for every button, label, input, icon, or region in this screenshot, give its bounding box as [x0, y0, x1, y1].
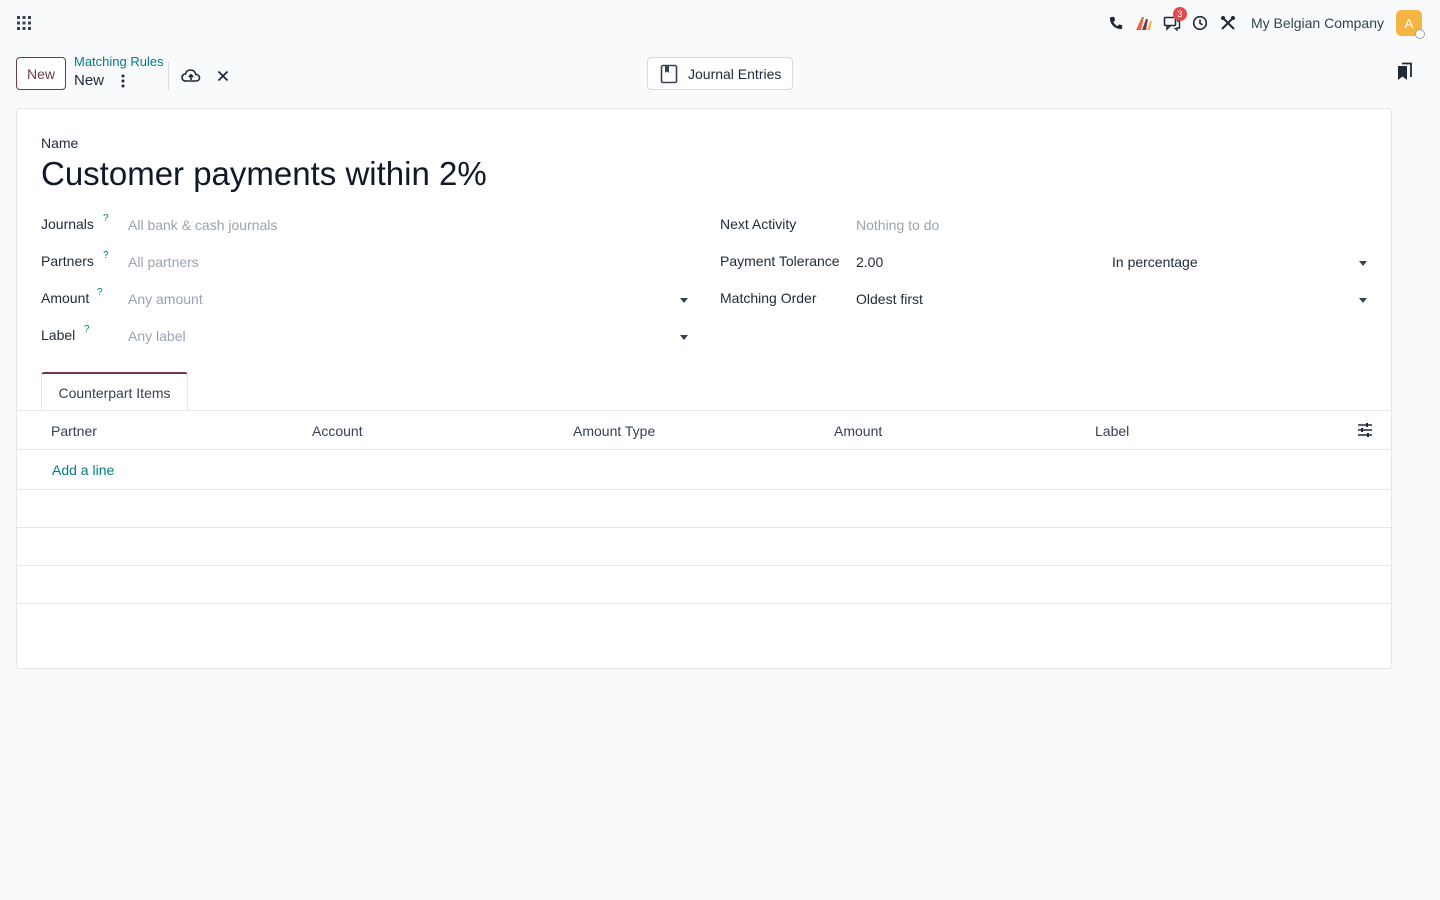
ai-icon[interactable] [1130, 9, 1158, 37]
book-icon [660, 64, 678, 83]
amount-help-icon[interactable]: ? [97, 287, 103, 298]
column-header-account[interactable]: Account [312, 423, 363, 439]
journal-entries-smart-button[interactable]: Journal Entries [647, 57, 793, 90]
column-header-amount[interactable]: Amount [834, 423, 882, 439]
optional-columns-icon[interactable] [1357, 422, 1373, 438]
table-header-divider [17, 449, 1391, 450]
label-dropdown-icon[interactable] [680, 335, 688, 340]
user-avatar[interactable]: A [1396, 10, 1425, 39]
bookmarks-icon[interactable] [1396, 62, 1414, 82]
partners-label: Partners [41, 253, 94, 269]
name-input[interactable]: Customer payments within 2% [41, 155, 487, 193]
label-select[interactable]: Any label [128, 328, 186, 344]
next-activity-label: Next Activity [720, 216, 797, 232]
payment-tolerance-input[interactable]: 2.00 [856, 254, 883, 270]
avatar-initial: A [1404, 15, 1414, 31]
messages-badge: 3 [1172, 7, 1187, 21]
label-field-label: Label [41, 327, 76, 343]
control-panel-divider [168, 62, 169, 90]
column-header-label[interactable]: Label [1095, 423, 1129, 439]
next-activity-input[interactable]: Nothing to do [856, 217, 939, 233]
amount-select[interactable]: Any amount [128, 291, 203, 307]
company-switcher[interactable]: My Belgian Company [1251, 15, 1384, 31]
journals-help-icon[interactable]: ? [103, 213, 109, 224]
table-row-divider [17, 603, 1391, 604]
label-help-icon[interactable]: ? [84, 324, 90, 335]
tools-icon[interactable] [1214, 9, 1242, 37]
journal-entries-label: Journal Entries [688, 65, 782, 82]
clock-icon[interactable] [1186, 9, 1214, 37]
top-navbar: 3 My Belgian Company A [0, 0, 1440, 46]
journals-label: Journals [41, 216, 94, 232]
partners-help-icon[interactable]: ? [103, 250, 109, 261]
form-sheet: Name Customer payments within 2% Journal… [16, 108, 1392, 669]
table-row-divider [17, 489, 1391, 490]
actions-kebab-icon[interactable] [116, 73, 130, 89]
apps-grid-icon[interactable] [16, 15, 32, 31]
amount-label: Amount [41, 290, 90, 306]
column-header-amount-type[interactable]: Amount Type [573, 423, 655, 439]
name-label: Name [41, 135, 79, 151]
payment-tolerance-label: Payment Tolerance [720, 253, 840, 269]
phone-icon[interactable] [1102, 9, 1130, 37]
matching-order-label: Matching Order [720, 290, 817, 306]
add-a-line-link[interactable]: Add a line [52, 462, 114, 478]
tab-counterpart-items[interactable]: Counterpart Items [41, 372, 188, 411]
matching-order-select[interactable]: Oldest first [856, 291, 923, 307]
journals-input[interactable]: All bank & cash journals [128, 217, 277, 233]
navbar-systray: 3 My Belgian Company A [1102, 7, 1425, 39]
breadcrumb-matching-rules[interactable]: Matching Rules [74, 54, 164, 69]
chat-icon[interactable]: 3 [1158, 7, 1187, 37]
new-button[interactable]: New [16, 57, 66, 90]
partners-input[interactable]: All partners [128, 254, 199, 270]
breadcrumb-current: New [74, 72, 105, 89]
discard-close-icon[interactable] [213, 66, 233, 86]
save-cloud-icon[interactable] [180, 66, 202, 86]
column-header-partner[interactable]: Partner [51, 423, 97, 439]
tolerance-type-select[interactable]: In percentage [1112, 254, 1198, 270]
amount-dropdown-icon[interactable] [680, 298, 688, 303]
matching-order-dropdown-icon[interactable] [1359, 298, 1367, 303]
tolerance-type-dropdown-icon[interactable] [1359, 261, 1367, 266]
presence-status-icon [1415, 29, 1425, 39]
tab-divider [17, 410, 1391, 411]
table-row-divider [17, 527, 1391, 528]
table-row-divider [17, 565, 1391, 566]
